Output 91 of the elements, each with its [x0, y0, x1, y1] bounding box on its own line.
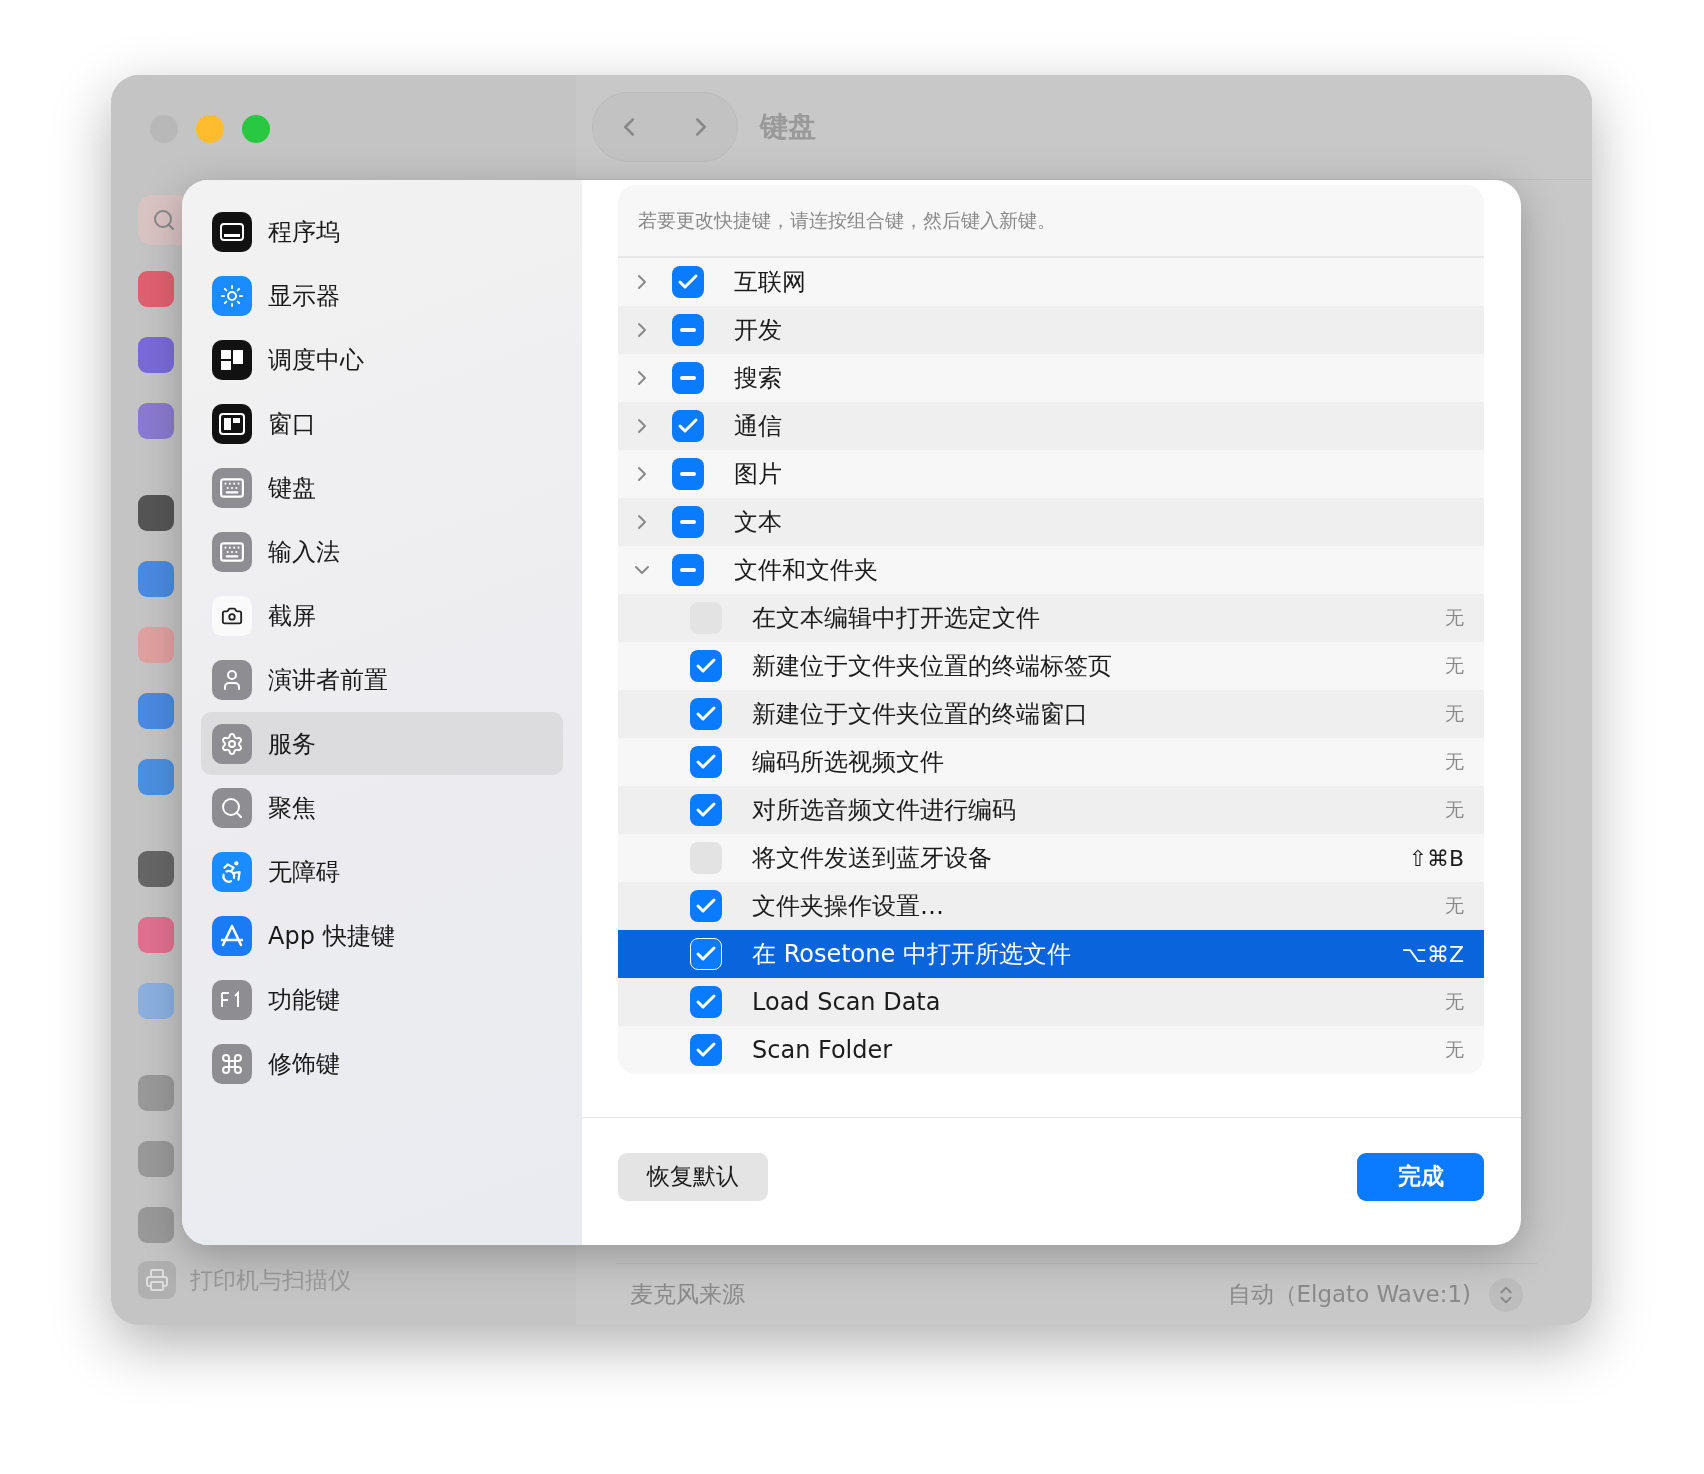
sidebar-item-label: 功能键 — [268, 984, 340, 1016]
service-label: 编码所选视频文件 — [752, 747, 945, 778]
checkbox[interactable] — [690, 746, 722, 778]
service-row[interactable]: 新建位于文件夹位置的终端窗口 无 — [618, 690, 1484, 738]
service-label: 新建位于文件夹位置的终端标签页 — [752, 651, 1113, 682]
service-label: 在 Rosetone 中打开所选文件 — [752, 939, 1072, 970]
checkbox[interactable] — [672, 554, 704, 586]
service-row[interactable]: 在文本编辑中打开选定文件 无 — [618, 594, 1484, 642]
service-group-row[interactable]: 通信 — [618, 402, 1484, 450]
sidebar-item[interactable]: 截屏 — [201, 584, 563, 647]
service-group-label: 图片 — [734, 459, 783, 490]
service-group-label: 互联网 — [734, 267, 807, 298]
service-label: 对所选音频文件进行编码 — [752, 795, 1017, 826]
sidebar-item[interactable]: 键盘 — [201, 456, 563, 519]
checkbox[interactable] — [672, 362, 704, 394]
checkbox[interactable] — [672, 506, 704, 538]
sidebar-item-label: 程序坞 — [268, 216, 340, 248]
sidebar-item-label: 聚焦 — [268, 792, 316, 824]
checkbox[interactable] — [690, 650, 722, 682]
sidebar-item-label: 调度中心 — [268, 344, 364, 376]
app-store-icon — [219, 922, 245, 949]
grid-icon — [220, 347, 244, 372]
service-group-label: 通信 — [734, 411, 783, 442]
minus-icon — [680, 376, 696, 380]
sidebar-item[interactable]: 功能键 — [201, 968, 563, 1031]
checkbox[interactable] — [672, 314, 704, 346]
checkbox[interactable] — [690, 698, 722, 730]
stepper-button[interactable] — [1489, 1277, 1523, 1312]
minus-icon — [680, 472, 696, 476]
sidebar-item-label: 演讲者前置 — [268, 664, 388, 696]
sidebar-item[interactable]: 服务 — [201, 712, 563, 775]
minus-icon — [680, 328, 696, 332]
service-row[interactable]: 文件夹操作设置… 无 — [618, 882, 1484, 930]
service-label: Scan Folder — [752, 1036, 894, 1064]
done-button[interactable]: 完成 — [1357, 1152, 1484, 1201]
service-label: 将文件发送到蓝牙设备 — [752, 843, 993, 874]
service-label: 在文本编辑中打开选定文件 — [752, 603, 1041, 634]
shortcut-label[interactable]: ⌥⌘Z — [1401, 941, 1464, 967]
sidebar-item[interactable]: 窗口 — [201, 392, 563, 455]
sidebar-item[interactable]: 无障碍 — [201, 840, 563, 903]
sidebar-item-label: 服务 — [268, 728, 316, 760]
sidebar-item[interactable]: 聚焦 — [201, 776, 563, 839]
checkbox[interactable] — [672, 266, 704, 298]
checkbox[interactable] — [672, 458, 704, 490]
command-icon — [220, 1051, 244, 1076]
service-label: 文件夹操作设置… — [752, 891, 945, 922]
checkbox[interactable] — [690, 1034, 722, 1066]
checkbox[interactable] — [690, 986, 722, 1018]
sidebar-item-label: 输入法 — [268, 536, 340, 568]
sidebar-item-label: 修饰键 — [268, 1048, 340, 1080]
setting-label: 麦克风来源 — [630, 1280, 745, 1309]
window-icon — [219, 412, 245, 435]
sidebar-item-label: 无障碍 — [268, 856, 340, 888]
service-group-label: 搜索 — [734, 363, 783, 394]
service-label: Load Scan Data — [752, 988, 942, 1016]
sidebar-item[interactable]: 显示器 — [201, 264, 563, 327]
checkbox[interactable] — [690, 794, 722, 826]
sidebar-item[interactable]: 程序坞 — [201, 200, 563, 263]
sidebar-item[interactable]: 输入法 — [201, 520, 563, 583]
sidebar-item[interactable]: 演讲者前置 — [201, 648, 563, 711]
sidebar-item-label: 窗口 — [268, 408, 316, 440]
sidebar-item[interactable]: 调度中心 — [201, 328, 563, 391]
sidebar-item-label: 显示器 — [268, 280, 340, 312]
checkbox[interactable] — [690, 890, 722, 922]
sidebar-item-label: 键盘 — [268, 472, 316, 504]
checkbox[interactable] — [690, 938, 722, 970]
sidebar-item-label: 截屏 — [268, 600, 316, 632]
minus-icon — [680, 568, 696, 572]
service-row[interactable]: Load Scan Data 无 — [618, 978, 1484, 1026]
sidebar-item-label: App 快捷键 — [268, 920, 395, 952]
search-icon — [152, 208, 176, 232]
service-group-label: 文件和文件夹 — [734, 555, 879, 586]
sidebar-item[interactable]: 修饰键 — [201, 1032, 563, 1095]
setting-value: 自动（Elgato Wave:1) — [1227, 1280, 1471, 1309]
restore-defaults-button[interactable]: 恢复默认 — [618, 1152, 768, 1201]
gears-icon — [220, 731, 244, 756]
search-icon — [220, 795, 244, 820]
checkbox[interactable] — [672, 410, 704, 442]
service-group-row[interactable]: 开发 — [618, 306, 1484, 354]
dock-icon — [220, 222, 244, 241]
service-group-row[interactable]: 文本 — [618, 498, 1484, 546]
brightness-icon — [220, 283, 244, 308]
printer-glyph-icon — [145, 1268, 169, 1292]
sidebar-item[interactable]: App 快捷键 — [201, 904, 563, 967]
service-row[interactable]: 对所选音频文件进行编码 无 — [618, 786, 1484, 834]
service-row[interactable]: 在 Rosetone 中打开所选文件 ⌥⌘Z — [618, 930, 1484, 978]
service-label: 新建位于文件夹位置的终端窗口 — [752, 699, 1089, 730]
service-group-label: 开发 — [734, 315, 783, 346]
service-group-label: 文本 — [734, 507, 783, 538]
shortcut-label[interactable]: ⇧⌘B — [1408, 845, 1464, 871]
minus-icon — [680, 520, 696, 524]
